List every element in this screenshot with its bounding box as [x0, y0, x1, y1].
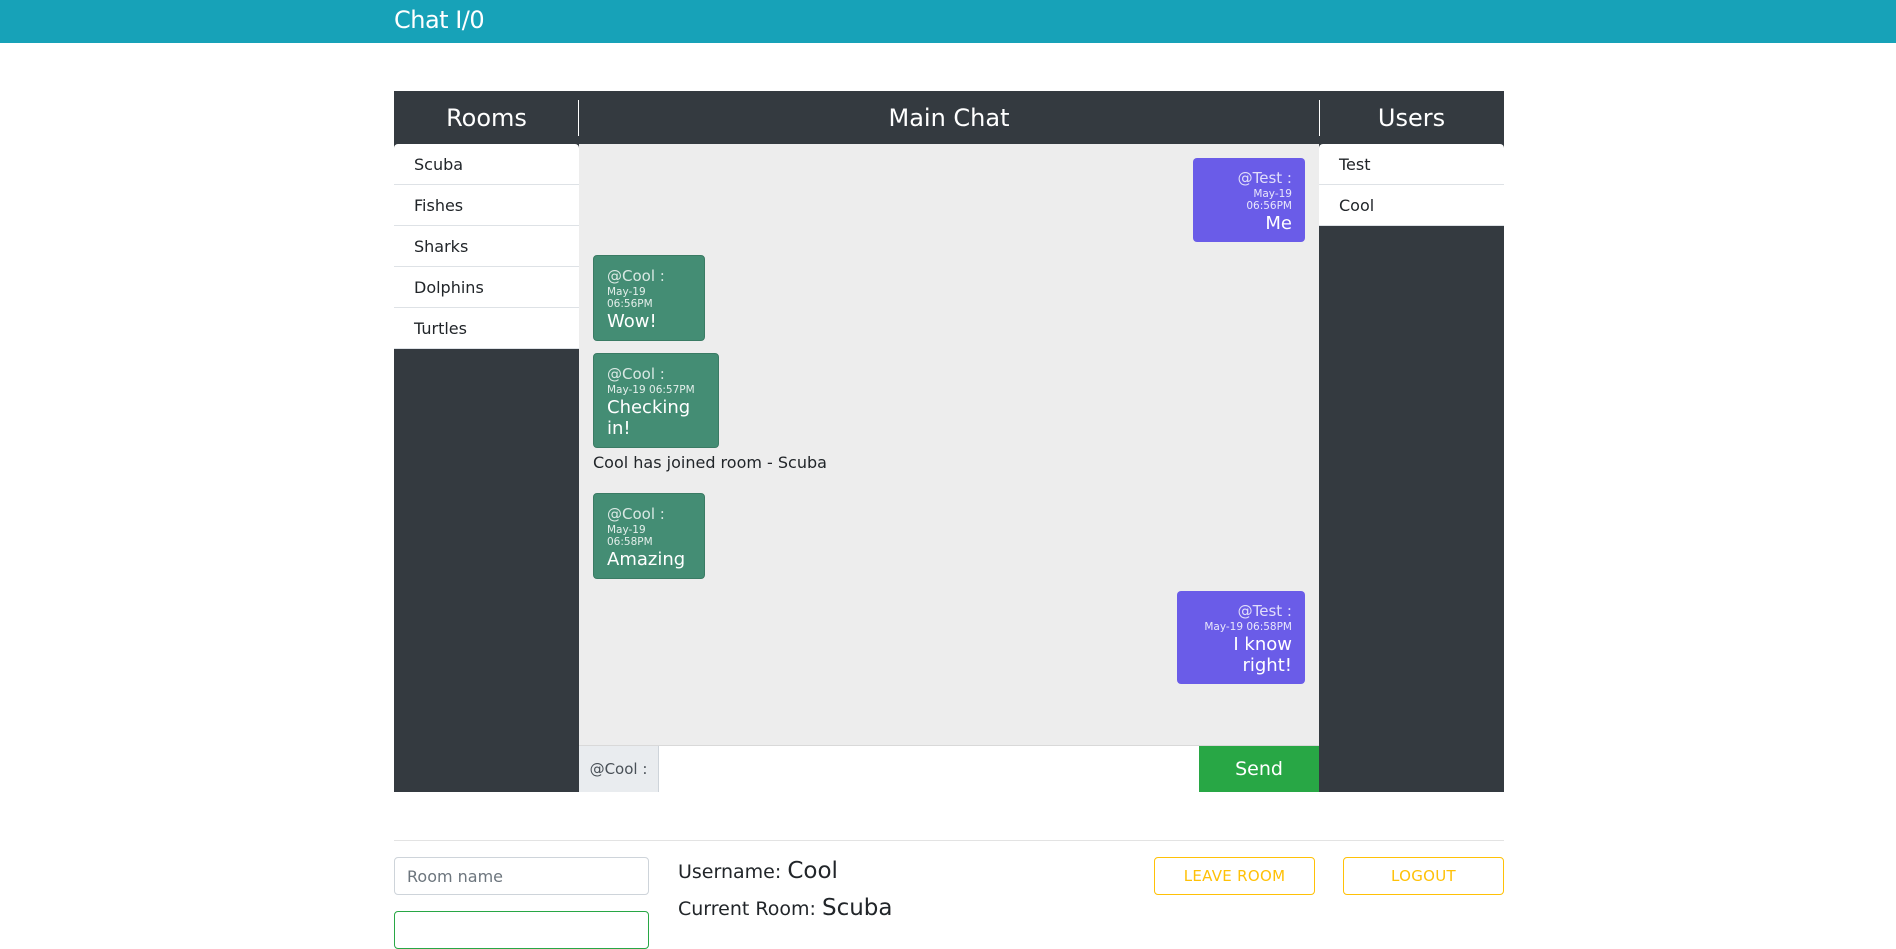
system-notice: Cool has joined room - Scuba — [593, 453, 827, 472]
message-author: @Cool : — [607, 365, 665, 383]
user-item-cool[interactable]: Cool — [1319, 185, 1504, 226]
create-room-button[interactable] — [394, 911, 649, 949]
message-time: May-19 06:56PM — [607, 286, 653, 310]
message-text: I know right! — [1233, 634, 1292, 676]
room-item-dolphins[interactable]: Dolphins — [394, 267, 579, 308]
rooms-list: Scuba Fishes Sharks Dolphins Turtles — [394, 144, 579, 349]
current-room-label: Current Room: — [678, 898, 816, 920]
message-bubble: @Test : May-19 06:58PM I know right! — [1177, 591, 1305, 684]
message-bubble: @Cool : May-19 06:58PM Amazing — [593, 493, 705, 579]
username-label: Username: — [678, 861, 782, 883]
rooms-title: Rooms — [394, 91, 579, 144]
send-button[interactable]: Send — [1199, 746, 1319, 792]
header-divider-right — [1319, 100, 1320, 136]
message-text: Amazing — [607, 549, 686, 570]
room-item-turtles[interactable]: Turtles — [394, 308, 579, 349]
users-panel: Users Test Cool — [1319, 91, 1504, 792]
chat-container: Rooms Scuba Fishes Sharks Dolphins Turtl… — [394, 91, 1504, 792]
message-bubble: @Cool : May-19 06:57PM Checking in! — [593, 353, 719, 448]
current-room-value: Scuba — [821, 895, 893, 921]
room-item-fishes[interactable]: Fishes — [394, 185, 579, 226]
message-text: Wow! — [607, 311, 657, 332]
header-divider-left — [578, 100, 579, 136]
room-item-scuba[interactable]: Scuba — [394, 144, 579, 185]
users-list: Test Cool — [1319, 144, 1504, 226]
message-author: @Test : — [1237, 169, 1292, 187]
user-item-test[interactable]: Test — [1319, 144, 1504, 185]
main-chat-title: Main Chat — [579, 91, 1319, 144]
leave-room-button[interactable]: LEAVE ROOM — [1154, 857, 1315, 895]
message-input[interactable] — [659, 746, 1199, 792]
message-time: May-19 06:57PM — [607, 384, 695, 396]
message-author: @Cool : — [607, 267, 665, 285]
compose-user-prefix: @Cool : — [579, 746, 659, 792]
message-text: Me — [1265, 213, 1292, 234]
username-display: Username: Cool — [678, 858, 838, 884]
message-bubble: @Cool : May-19 06:56PM Wow! — [593, 255, 705, 341]
main-chat-panel: Main Chat @Test : May-19 06:56PM Me @Coo… — [579, 91, 1319, 792]
compose-bar: @Cool : Send — [579, 745, 1319, 792]
room-item-sharks[interactable]: Sharks — [394, 226, 579, 267]
message-list[interactable]: @Test : May-19 06:56PM Me @Cool : May-19… — [579, 144, 1319, 745]
message-text: Checking in! — [607, 397, 691, 439]
username-value: Cool — [787, 858, 838, 884]
message-time: May-19 06:56PM — [1246, 188, 1292, 212]
room-name-input[interactable] — [394, 857, 649, 895]
current-room-display: Current Room: Scuba — [678, 895, 893, 921]
message-time: May-19 06:58PM — [1204, 621, 1292, 633]
logout-button[interactable]: LOGOUT — [1343, 857, 1504, 895]
message-author: @Test : — [1237, 602, 1292, 620]
users-title: Users — [1319, 91, 1504, 144]
app-brand[interactable]: Chat I/0 — [394, 6, 485, 34]
message-bubble: @Test : May-19 06:56PM Me — [1193, 158, 1305, 242]
top-navbar: Chat I/0 — [0, 0, 1896, 43]
message-author: @Cool : — [607, 505, 665, 523]
footer-divider — [394, 840, 1504, 841]
message-time: May-19 06:58PM — [607, 524, 653, 548]
rooms-panel: Rooms Scuba Fishes Sharks Dolphins Turtl… — [394, 91, 579, 792]
